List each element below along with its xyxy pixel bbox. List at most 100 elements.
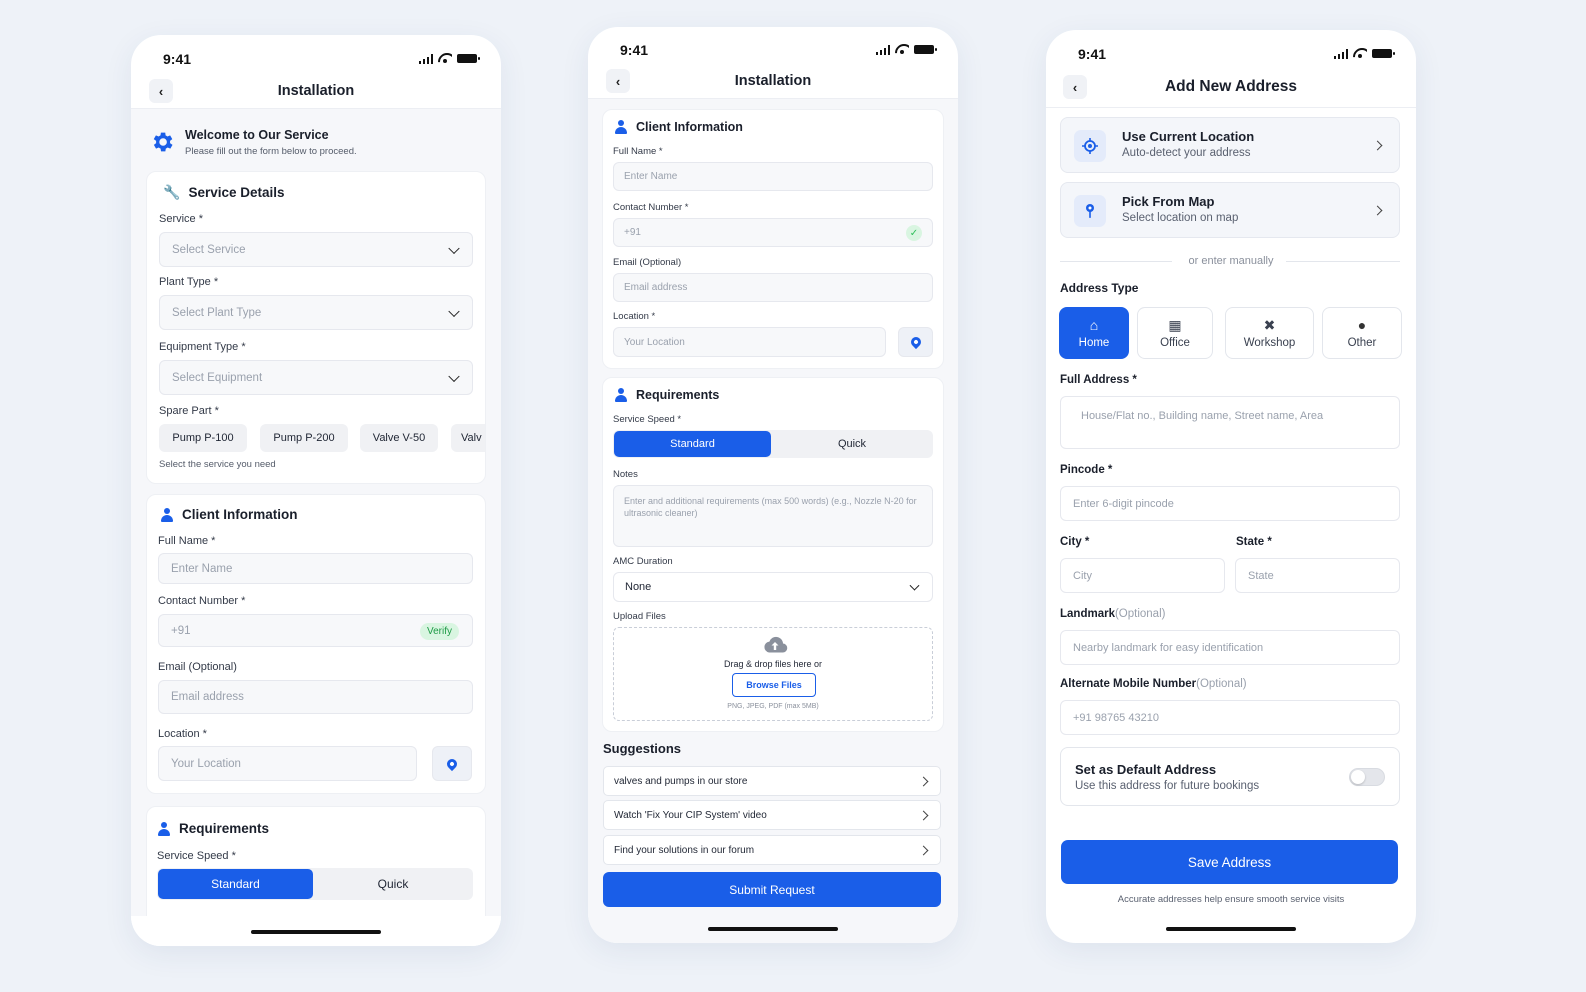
address-type-workshop[interactable]: ✖ Workshop bbox=[1225, 307, 1314, 359]
spare-chip[interactable]: Valve V-50 bbox=[360, 424, 438, 452]
suggestion-text: Find your solutions in our forum bbox=[614, 844, 755, 856]
page-title: Installation bbox=[734, 73, 812, 89]
pincode-input[interactable]: Enter 6-digit pincode bbox=[1060, 486, 1400, 521]
contact-label: Contact Number * bbox=[613, 202, 689, 213]
name-input[interactable]: Enter Name bbox=[158, 553, 473, 584]
location-pin-button[interactable] bbox=[898, 327, 933, 357]
back-button[interactable]: ‹ bbox=[606, 69, 630, 93]
option-title: Use Current Location bbox=[1122, 129, 1255, 144]
contact-placeholder: +91 bbox=[171, 624, 191, 637]
suggestion-item[interactable]: Find your solutions in our forum bbox=[603, 835, 941, 865]
building-icon: ▦ bbox=[1168, 316, 1182, 333]
plant-placeholder: Select Plant Type bbox=[172, 306, 262, 319]
suggestion-text: Watch 'Fix Your CIP System' video bbox=[614, 809, 767, 821]
chevron-right-icon bbox=[1372, 140, 1383, 151]
name-input[interactable]: Enter Name bbox=[613, 162, 933, 191]
option-title: Pick From Map bbox=[1122, 194, 1215, 209]
landmark-input[interactable]: Nearby landmark for easy identification bbox=[1060, 630, 1400, 665]
quick-option[interactable]: Quick bbox=[773, 431, 931, 457]
location-pin-button[interactable] bbox=[432, 746, 472, 781]
full-address-placeholder: House/Flat no., Building name, Street na… bbox=[1081, 410, 1324, 422]
chevron-down-icon bbox=[448, 242, 460, 254]
welcome-title: Welcome to Our Service bbox=[185, 128, 329, 142]
city-label: City * bbox=[1060, 536, 1090, 548]
chevron-down-icon bbox=[909, 580, 920, 591]
equipment-select[interactable]: Select Equipment bbox=[159, 360, 473, 395]
full-address-input[interactable]: House/Flat no., Building name, Street na… bbox=[1060, 396, 1400, 449]
home-indicator bbox=[1166, 927, 1296, 931]
phone-add-address: 9:41 ‹ Add New Address Use Current Locat… bbox=[1046, 30, 1416, 943]
back-button[interactable]: ‹ bbox=[1063, 75, 1087, 99]
upload-dropzone[interactable]: Drag & drop files here or Browse Files P… bbox=[613, 627, 933, 721]
chevron-down-icon bbox=[448, 370, 460, 382]
battery-icon bbox=[914, 45, 937, 54]
address-type-other[interactable]: ● Other bbox=[1322, 307, 1402, 359]
spare-chip[interactable]: Valv bbox=[451, 424, 485, 452]
chevron-down-icon bbox=[448, 305, 460, 317]
quick-option[interactable]: Quick bbox=[315, 869, 471, 899]
person-icon bbox=[160, 507, 174, 522]
wifi-icon bbox=[895, 44, 909, 55]
wifi-icon bbox=[1353, 48, 1367, 59]
equipment-label: Equipment Type * bbox=[159, 341, 246, 353]
verify-badge[interactable]: Verify bbox=[419, 623, 459, 640]
plant-label: Plant Type * bbox=[159, 276, 219, 288]
default-address-toggle[interactable] bbox=[1349, 768, 1385, 786]
section-title: Requirements bbox=[179, 821, 270, 836]
use-current-location-option[interactable]: Use Current Location Auto-detect your ad… bbox=[1060, 117, 1400, 173]
suggestion-item[interactable]: Watch 'Fix Your CIP System' video bbox=[603, 800, 941, 830]
spare-chip[interactable]: Pump P-100 bbox=[159, 424, 247, 452]
address-type-office[interactable]: ▦ Office bbox=[1137, 307, 1213, 359]
chevron-right-icon bbox=[918, 776, 929, 787]
service-speed-toggle: Standard Quick bbox=[613, 430, 933, 458]
service-select[interactable]: Select Service bbox=[159, 232, 473, 267]
type-label: Workshop bbox=[1243, 336, 1296, 349]
home-icon: ⌂ bbox=[1089, 316, 1099, 333]
default-subtitle: Use this address for future bookings bbox=[1075, 780, 1260, 792]
save-address-button[interactable]: Save Address bbox=[1061, 840, 1398, 884]
default-address-row: Set as Default Address Use this address … bbox=[1060, 747, 1400, 806]
plant-type-select[interactable]: Select Plant Type bbox=[159, 295, 473, 330]
person-icon bbox=[614, 120, 628, 134]
alt-mobile-placeholder: +91 98765 43210 bbox=[1073, 711, 1159, 724]
email-label: Email (Optional) bbox=[613, 257, 682, 268]
section-title: Requirements bbox=[636, 388, 720, 402]
status-time: 9:41 bbox=[620, 42, 649, 58]
contact-input[interactable]: +91 Verify bbox=[158, 614, 473, 647]
signal-icon bbox=[418, 53, 433, 64]
spare-chip[interactable]: Pump P-200 bbox=[260, 424, 348, 452]
location-input[interactable]: Your Location bbox=[158, 746, 417, 781]
chevron-left-icon: ‹ bbox=[1072, 79, 1078, 95]
section-title: Client Information bbox=[182, 507, 298, 522]
service-placeholder: Select Service bbox=[172, 243, 246, 256]
submit-request-button[interactable]: Submit Request bbox=[603, 872, 941, 907]
welcome-subtitle: Please fill out the form below to procee… bbox=[185, 146, 357, 157]
standard-option[interactable]: Standard bbox=[158, 869, 313, 899]
email-input[interactable]: Email address bbox=[613, 273, 933, 302]
suggestion-text: valves and pumps in our store bbox=[614, 775, 748, 787]
state-input[interactable]: State bbox=[1235, 558, 1400, 593]
upload-text: Drag & drop files here or bbox=[723, 659, 823, 669]
upload-hint: PNG, JPEG, PDF (max 5MB) bbox=[727, 703, 819, 710]
location-pin-icon: ● bbox=[1357, 316, 1367, 333]
alt-mobile-input[interactable]: +91 98765 43210 bbox=[1060, 700, 1400, 735]
address-type-home[interactable]: ⌂ Home bbox=[1059, 307, 1129, 359]
standard-option[interactable]: Standard bbox=[614, 431, 771, 457]
pick-from-map-option[interactable]: Pick From Map Select location on map bbox=[1060, 182, 1400, 238]
notes-textarea[interactable]: Enter and additional requirements (max 5… bbox=[613, 485, 933, 547]
chevron-left-icon: ‹ bbox=[158, 83, 164, 99]
nav-bar: ‹ Installation bbox=[131, 75, 501, 107]
email-input[interactable]: Email address bbox=[158, 680, 473, 714]
notes-label: Notes bbox=[613, 469, 638, 480]
signal-icon bbox=[875, 44, 890, 55]
city-input[interactable]: City bbox=[1060, 558, 1225, 593]
browse-files-button[interactable]: Browse Files bbox=[732, 673, 816, 697]
amc-select[interactable]: None bbox=[613, 572, 933, 602]
phone-installation-form: 9:41 ‹ Installation Welcome to Our Servi… bbox=[131, 35, 501, 946]
amc-label: AMC Duration bbox=[613, 556, 673, 567]
suggestion-item[interactable]: valves and pumps in our store bbox=[603, 766, 941, 796]
contact-input[interactable]: +91 ✓ bbox=[613, 218, 933, 247]
status-bar: 9:41 bbox=[131, 35, 501, 79]
back-button[interactable]: ‹ bbox=[149, 79, 173, 103]
location-input[interactable]: Your Location bbox=[613, 327, 886, 357]
